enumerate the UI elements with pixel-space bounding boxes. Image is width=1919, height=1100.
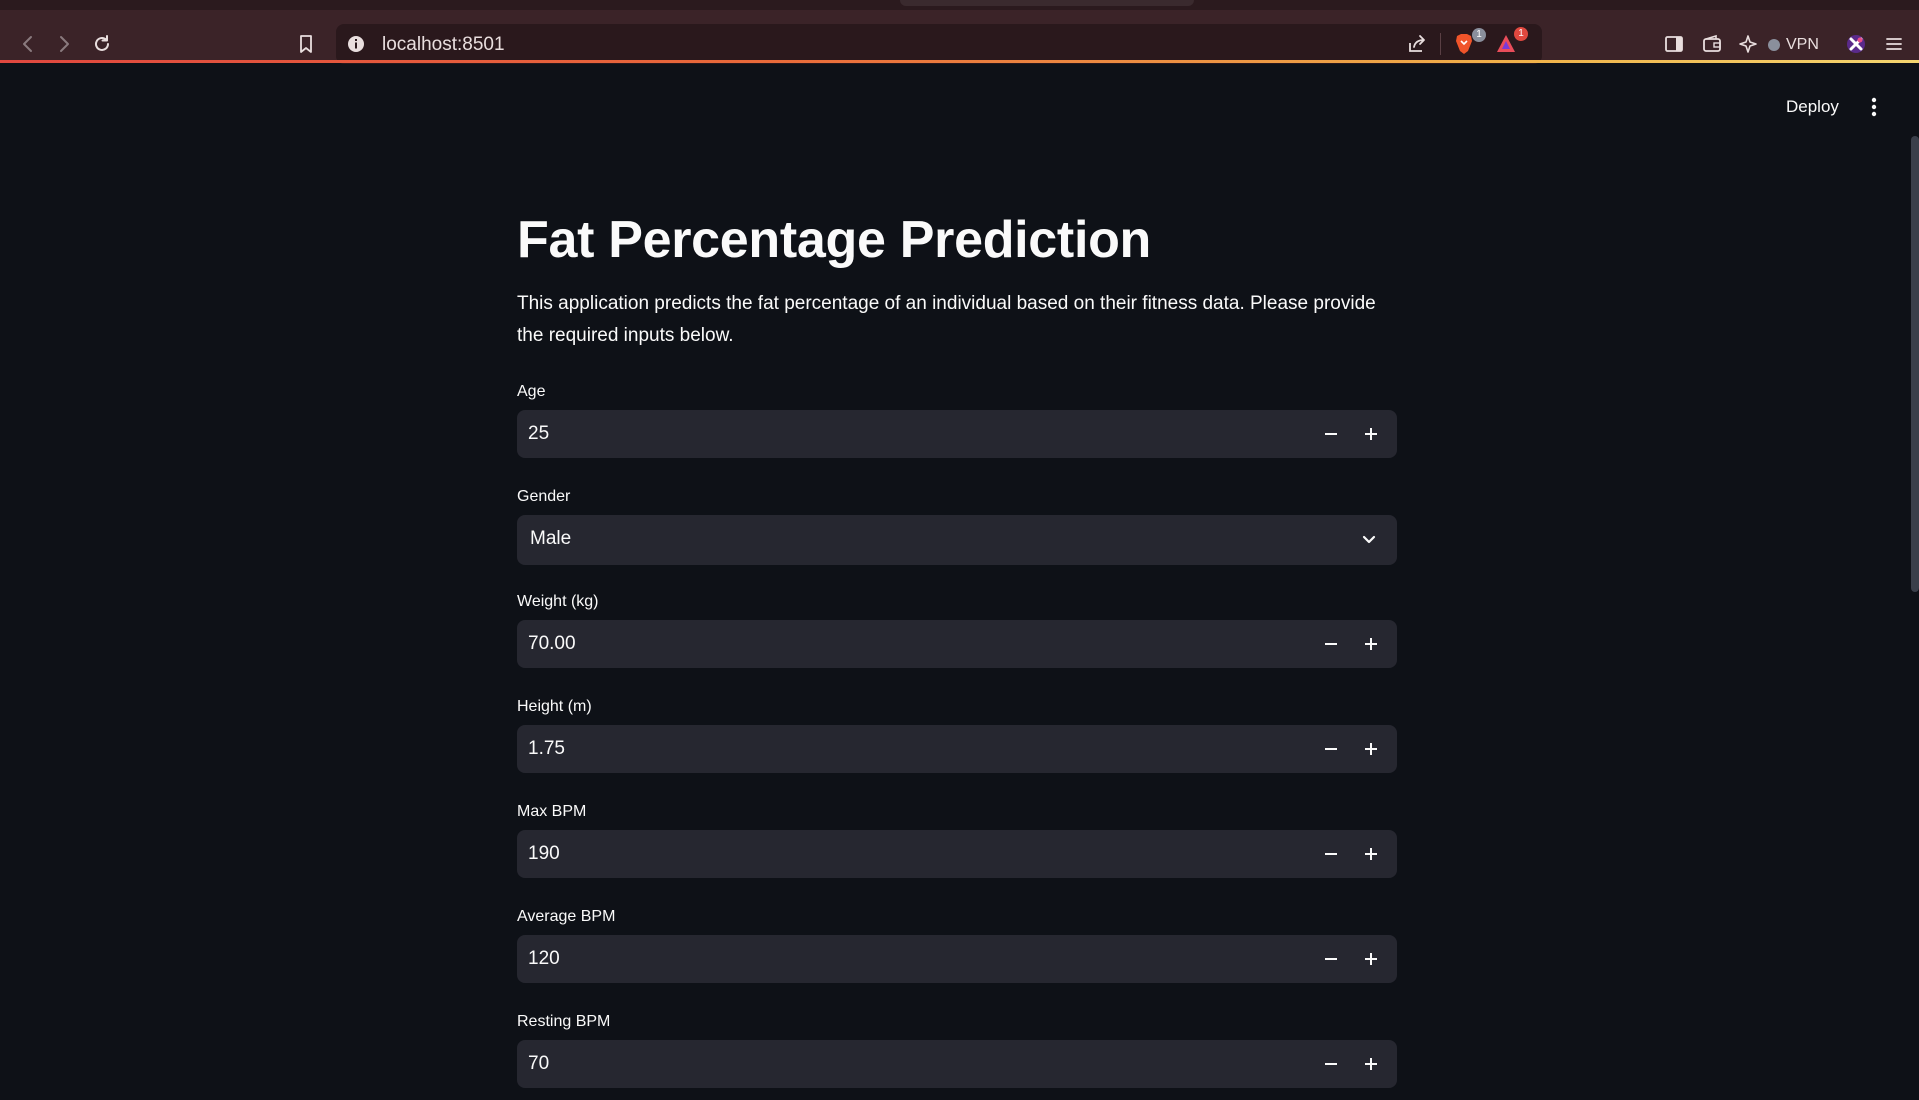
max-bpm-label: Max BPM — [517, 803, 587, 820]
divider — [1440, 33, 1441, 55]
max-bpm-field: Max BPM — [517, 800, 1397, 878]
page-title: Fat Percentage Prediction — [517, 211, 1152, 269]
weight-number-input — [517, 620, 1397, 668]
plus-icon — [1365, 638, 1377, 650]
average-bpm-label: Average BPM — [517, 908, 616, 925]
resting-bpm-input[interactable] — [517, 1040, 1297, 1088]
average-bpm-decrement-button[interactable] — [1315, 943, 1347, 975]
height-number-input — [517, 725, 1397, 773]
minus-icon — [1325, 958, 1337, 960]
average-bpm-number-input — [517, 935, 1397, 983]
gender-select[interactable]: Male — [517, 515, 1397, 565]
minus-icon — [1325, 748, 1337, 750]
age-field: Age — [517, 380, 1397, 458]
scrollbar[interactable] — [1911, 136, 1919, 592]
main-menu-icon[interactable] — [1862, 93, 1886, 121]
weight-field: Weight (kg) — [517, 590, 1397, 668]
minus-icon — [1325, 433, 1337, 435]
gender-label: Gender — [517, 488, 571, 505]
plus-icon — [1365, 428, 1377, 440]
vpn-label: VPN — [1786, 36, 1819, 53]
weight-label: Weight (kg) — [517, 593, 599, 610]
max-bpm-increment-button[interactable] — [1355, 838, 1387, 870]
leo-ai-icon[interactable] — [1736, 32, 1760, 56]
resting-bpm-field: Resting BPM — [517, 1010, 1397, 1088]
active-tab[interactable] — [900, 0, 1194, 6]
height-decrement-button[interactable] — [1315, 733, 1347, 765]
average-bpm-increment-button[interactable] — [1355, 943, 1387, 975]
resting-bpm-label: Resting BPM — [517, 1013, 611, 1030]
height-increment-button[interactable] — [1355, 733, 1387, 765]
minus-icon — [1325, 853, 1337, 855]
age-increment-button[interactable] — [1355, 418, 1387, 450]
wallet-icon[interactable] — [1700, 32, 1724, 56]
info-icon[interactable] — [346, 34, 366, 54]
brave-badge: 1 — [1472, 28, 1486, 42]
bookmark-icon[interactable] — [294, 32, 318, 56]
minus-icon — [1325, 643, 1337, 645]
browser-toolbar: localhost:8501 1 1 VPN — [0, 10, 1919, 64]
plus-icon — [1365, 1058, 1377, 1070]
average-bpm-field: Average BPM — [517, 905, 1397, 983]
weight-decrement-button[interactable] — [1315, 628, 1347, 660]
resting-bpm-increment-button[interactable] — [1355, 1048, 1387, 1080]
plus-icon — [1365, 953, 1377, 965]
share-icon[interactable] — [1406, 33, 1428, 55]
max-bpm-input[interactable] — [517, 830, 1297, 878]
age-label: Age — [517, 383, 546, 400]
weight-increment-button[interactable] — [1355, 628, 1387, 660]
vpn-icon — [1768, 39, 1780, 51]
vpn-button[interactable]: VPN — [1768, 32, 1819, 58]
average-bpm-input[interactable] — [517, 935, 1297, 983]
age-decrement-button[interactable] — [1315, 418, 1347, 450]
height-label: Height (m) — [517, 698, 592, 715]
forward-icon[interactable] — [52, 32, 76, 56]
plus-icon — [1365, 848, 1377, 860]
gender-field: Gender Male — [517, 485, 1397, 565]
address-bar[interactable]: localhost:8501 1 1 — [336, 24, 1542, 64]
reload-icon[interactable] — [90, 32, 114, 56]
tab-strip — [0, 0, 1919, 10]
age-number-input — [517, 410, 1397, 458]
back-icon[interactable] — [16, 32, 40, 56]
menu-icon[interactable] — [1882, 32, 1906, 56]
sidebar-icon[interactable] — [1662, 32, 1686, 56]
url-text[interactable]: localhost:8501 — [382, 34, 505, 56]
height-field: Height (m) — [517, 695, 1397, 773]
gender-selected-value: Male — [530, 528, 572, 549]
plus-icon — [1365, 743, 1377, 755]
height-input[interactable] — [517, 725, 1297, 773]
chevron-down-icon — [1362, 535, 1376, 544]
resting-bpm-number-input — [517, 1040, 1397, 1088]
page-load-accent — [0, 60, 1919, 63]
profile-icon[interactable] — [1844, 32, 1868, 56]
max-bpm-decrement-button[interactable] — [1315, 838, 1347, 870]
max-bpm-number-input — [517, 830, 1397, 878]
age-input[interactable] — [517, 410, 1297, 458]
deploy-button[interactable]: Deploy — [1776, 92, 1849, 122]
page-description: This application predicts the fat percen… — [517, 293, 1376, 346]
weight-input[interactable] — [517, 620, 1297, 668]
main-content: Fat Percentage Prediction This applicati… — [517, 200, 1397, 352]
resting-bpm-decrement-button[interactable] — [1315, 1048, 1347, 1080]
rewards-badge: 1 — [1514, 27, 1528, 41]
minus-icon — [1325, 1063, 1337, 1065]
